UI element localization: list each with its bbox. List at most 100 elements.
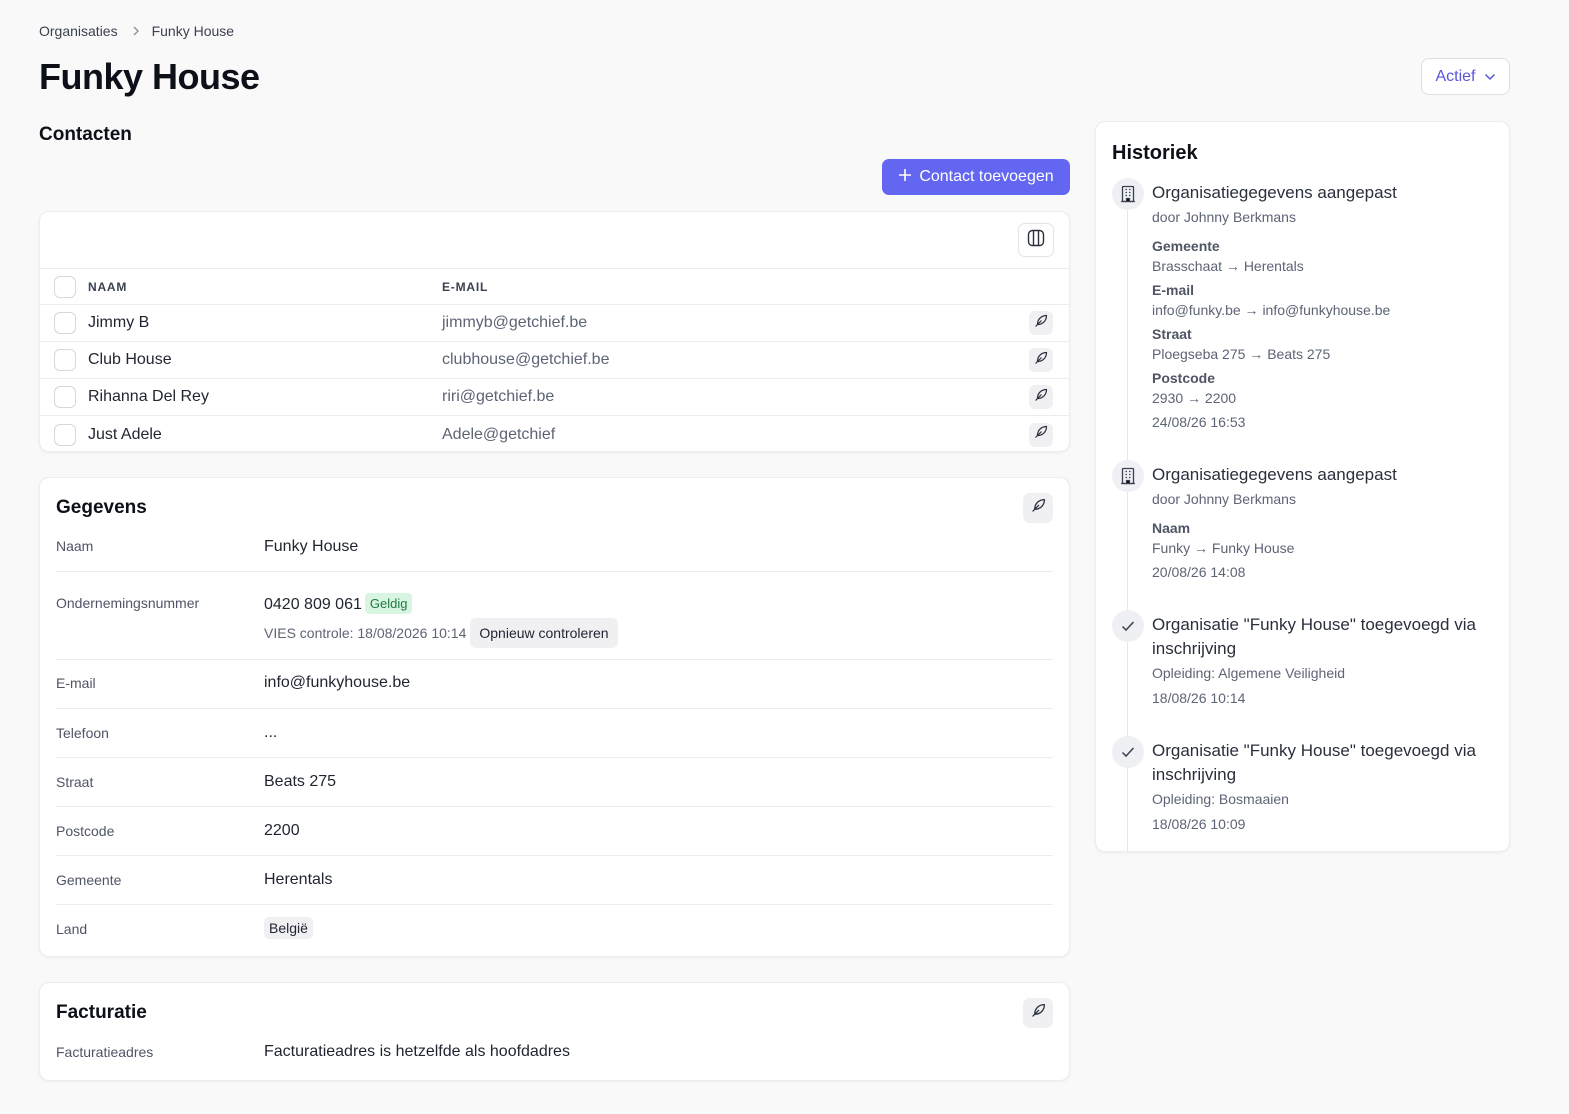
table-row[interactable]: Rihanna Del Rey riri@getchief.be <box>40 379 1069 416</box>
detail-label: Straat <box>56 774 94 790</box>
page-title: Funky House <box>39 56 260 97</box>
history-item-title: Organisatiegegevens aangepast <box>1152 465 1397 484</box>
row-checkbox[interactable] <box>54 312 76 334</box>
table-row[interactable]: Jimmy B jimmyb@getchief.be <box>40 305 1069 342</box>
column-toggle-button[interactable] <box>1018 223 1054 257</box>
contacts-section-title: Contacten <box>39 124 132 145</box>
change-value: Brasschaat → Herentals <box>1152 258 1304 274</box>
valid-badge: Geldig <box>364 593 413 614</box>
detail-label: Gemeente <box>56 872 122 888</box>
history-card: Historiek Organisatiegegevens aangepast … <box>1095 121 1510 852</box>
billing-title: Facturatie <box>56 1002 147 1023</box>
edit-contact-button[interactable] <box>1029 348 1053 372</box>
detail-value: info@funkyhouse.be <box>264 674 411 691</box>
row-checkbox[interactable] <box>54 386 76 408</box>
check-icon <box>1112 610 1144 642</box>
history-item: Organisatiegegevens aangepast door Johnn… <box>1112 460 1497 590</box>
row-checkbox[interactable] <box>54 349 76 371</box>
feather-icon <box>1034 351 1048 370</box>
chevron-down-icon <box>1484 68 1496 86</box>
edit-contact-button[interactable] <box>1029 311 1053 335</box>
column-header-email[interactable]: E-MAIL <box>442 280 488 294</box>
breadcrumb-current: Funky House <box>151 23 235 39</box>
detail-value: Beats 275 <box>264 773 337 790</box>
table-row[interactable]: Just Adele Adele@getchief <box>40 416 1069 451</box>
history-item: Organisatiegegevens aangepast door Johnn… <box>1112 178 1497 438</box>
building-icon <box>1112 178 1144 210</box>
history-item: Organisatie "Funky House" toegevoegd via… <box>1112 610 1497 720</box>
feather-icon <box>1034 425 1048 444</box>
building-icon <box>1112 460 1144 492</box>
history-changes: Naam Funky → Funky House <box>1152 518 1497 558</box>
status-select[interactable]: Actief <box>1421 58 1510 95</box>
column-header-name[interactable]: NAAM <box>88 280 127 294</box>
select-all-checkbox[interactable] <box>54 275 76 298</box>
detail-label: E-mail <box>56 675 96 691</box>
detail-value: 2200 <box>264 822 300 839</box>
table-row[interactable]: Club House clubhouse@getchief.be <box>40 342 1069 379</box>
contact-email: riri@getchief.be <box>442 388 555 405</box>
row-checkbox[interactable] <box>54 423 76 446</box>
history-item-date: 18/08/26 10:14 <box>1152 690 1246 706</box>
detail-row-street: Straat Beats 275 <box>56 758 1053 807</box>
history-item: Organisatie "Funky House" toegevoegd via… <box>1112 736 1497 846</box>
detail-row-name: Naam Funky House <box>56 536 1053 572</box>
chevron-right-icon <box>132 26 140 36</box>
history-title: Historiek <box>1112 142 1198 164</box>
contact-email: clubhouse@getchief.be <box>442 351 610 368</box>
feather-icon <box>1034 314 1048 333</box>
plus-icon <box>898 168 912 187</box>
change-value: 2930 → 2200 <box>1152 390 1237 406</box>
detail-value: ... <box>264 724 278 741</box>
columns-icon <box>1027 229 1045 252</box>
detail-label: Ondernemingsnummer <box>56 595 200 611</box>
detail-label: Naam <box>56 538 94 554</box>
contact-name: Rihanna Del Rey <box>88 388 209 405</box>
breadcrumb: Organisaties Funky House <box>39 23 234 39</box>
contact-name: Club House <box>88 351 172 368</box>
edit-contact-button[interactable] <box>1029 422 1053 447</box>
detail-row-email: E-mail info@funkyhouse.be <box>56 660 1053 709</box>
recheck-button[interactable]: Opnieuw controleren <box>470 618 618 648</box>
edit-contact-button[interactable] <box>1029 385 1053 409</box>
detail-value: België <box>264 917 313 939</box>
country-pill: België <box>264 917 313 939</box>
vies-check: VIES controle: 18/08/2026 10:14 Opnieuw … <box>264 618 618 648</box>
history-item-date: 20/08/26 14:08 <box>1152 564 1246 580</box>
detail-value: Herentals <box>264 871 333 888</box>
change-label: E-mail <box>1152 282 1195 298</box>
detail-label: Land <box>56 921 88 937</box>
billing-address-value: Facturatieadres is hetzelfde als hoofdad… <box>264 1043 570 1060</box>
change-value: info@funky.be → info@funkyhouse.be <box>1152 302 1391 318</box>
check-icon <box>1112 736 1144 768</box>
add-contact-label: Contact toevoegen <box>919 168 1054 185</box>
billing-address-label: Facturatieadres <box>56 1044 154 1060</box>
change-value: Funky → Funky House <box>1152 540 1295 556</box>
change-label: Postcode <box>1152 370 1216 386</box>
change-value: Ploegseba 275 → Beats 275 <box>1152 346 1331 362</box>
feather-icon <box>1034 388 1048 407</box>
billing-card: Facturatie Facturatieadres Facturatieadr… <box>39 982 1070 1081</box>
details-title: Gegevens <box>56 497 147 518</box>
add-contact-button[interactable]: Contact toevoegen <box>882 159 1070 195</box>
contact-email: jimmyb@getchief.be <box>442 314 588 331</box>
detail-row-country: Land België <box>56 905 1053 954</box>
table-header: NAAM E-MAIL <box>40 268 1069 305</box>
detail-row-zip: Postcode 2200 <box>56 807 1053 856</box>
breadcrumb-organisaties-link[interactable]: Organisaties <box>39 23 118 39</box>
history-item-author: door Johnny Berkmans <box>1152 209 1296 225</box>
contacts-table-card: NAAM E-MAIL Jimmy B jimmyb@getchief.be C… <box>39 211 1070 452</box>
detail-row-phone: Telefoon ... <box>56 709 1053 758</box>
history-item-title: Organisatie "Funky House" toegevoegd via… <box>1152 741 1476 784</box>
detail-value: 0420 809 061 Geldig <box>264 593 413 614</box>
history-item-date: 18/08/26 10:09 <box>1152 816 1246 832</box>
history-item-title: Organisatie "Funky House" toegevoegd via… <box>1152 615 1476 658</box>
edit-details-button[interactable] <box>1023 493 1053 523</box>
edit-billing-button[interactable] <box>1023 998 1053 1028</box>
history-item-title: Organisatiegegevens aangepast <box>1152 183 1397 202</box>
feather-icon <box>1031 498 1046 518</box>
status-select-value: Actief <box>1435 67 1476 85</box>
detail-row-city: Gemeente Herentals <box>56 856 1053 905</box>
change-label: Straat <box>1152 326 1192 342</box>
company-number: 0420 809 061 <box>264 596 362 613</box>
